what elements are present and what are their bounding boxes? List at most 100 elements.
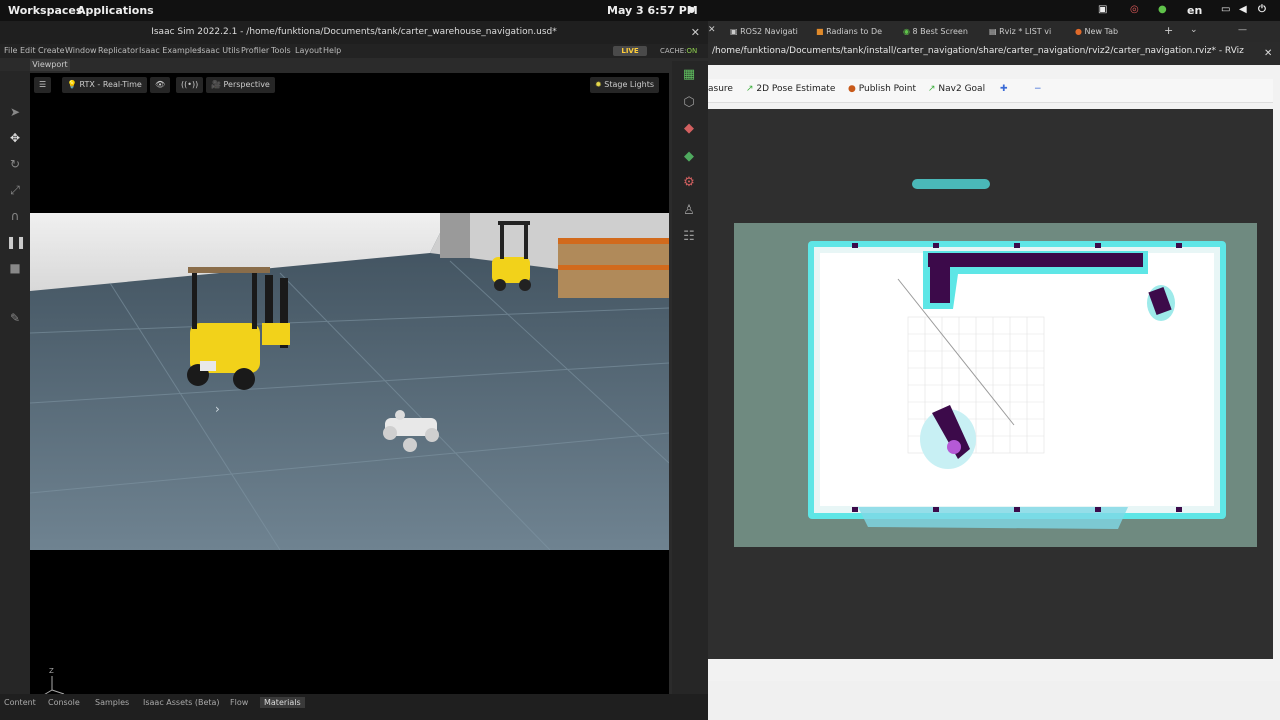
browser-tab-radians[interactable]: ■ Radians to De (816, 24, 894, 40)
tab-icon: ● (1075, 27, 1085, 36)
minimize-icon[interactable]: — (1238, 25, 1247, 35)
menu-create[interactable]: Create (38, 46, 65, 55)
warehouse-render: › (30, 213, 669, 550)
grid-icon[interactable]: ▦ (679, 65, 699, 85)
cube-red-icon[interactable]: ◆ (679, 119, 699, 139)
camera-label: Perspective (223, 80, 270, 89)
viewport[interactable]: ☰ 💡 RTX - Real-Time 👁 ((•)) 🎥 Perspectiv… (30, 73, 669, 712)
menu-edit[interactable]: Edit (20, 46, 36, 55)
publish-point-tool[interactable]: ● Publish Point (848, 84, 916, 94)
camera-button[interactable]: 🎥 Perspective (206, 77, 275, 93)
browser-tab-rviz-label: Rviz * LIST vi (999, 27, 1052, 36)
robot-footprint (947, 440, 961, 454)
tab-flow[interactable]: Flow (226, 697, 252, 708)
tab-icon: ■ (816, 27, 827, 36)
workspaces-button[interactable]: Workspaces (8, 4, 82, 17)
tab-samples[interactable]: Samples (91, 697, 133, 708)
stop-icon[interactable]: ■ (6, 259, 24, 277)
nav2-goal-tool[interactable]: ↗ Nav2 Goal (928, 84, 985, 94)
power-icon[interactable]: ⏻ (1258, 4, 1266, 15)
menu-file[interactable]: File (4, 46, 17, 55)
pose-estimate-tool[interactable]: ↗ 2D Pose Estimate (746, 84, 835, 94)
select-icon[interactable]: ➤ (6, 103, 24, 121)
sliders-icon[interactable]: ☷ (679, 227, 699, 247)
viewport-settings-icon[interactable]: ☰ (34, 77, 52, 93)
tab-icon: ▣ (730, 27, 741, 36)
add-tool-icon[interactable]: ✚ (1000, 84, 1008, 94)
viewport-tab[interactable]: Viewport (30, 59, 70, 71)
volume-icon[interactable]: ◀ (1239, 4, 1247, 15)
chevron-down-icon[interactable]: ⌄ (1190, 25, 1198, 35)
pause-icon[interactable]: ❚❚ (6, 233, 26, 251)
notification-dot-icon: ● (688, 5, 695, 14)
menu-isaac-examples[interactable]: Isaac Examples (139, 46, 201, 55)
browser-tab-ros2-label: ROS2 Navigati (740, 27, 798, 36)
language-indicator[interactable]: en (1187, 4, 1202, 17)
menu-isaac-utils[interactable]: Isaac Utils (199, 46, 240, 55)
browser-tab-new[interactable]: ● New Tab (1075, 24, 1151, 40)
menu-tools[interactable]: Tools (271, 46, 291, 55)
axis-z-label: Z (49, 667, 54, 675)
isaac-menu-bar: File Edit Create Window Replicator Isaac… (0, 44, 708, 58)
menu-window[interactable]: Window (65, 46, 97, 55)
browser-tab-strip: ✕ ▣ ROS2 Navigati ■ Radians to De ◉ 8 Be… (708, 21, 1280, 42)
rviz-3d-view[interactable] (708, 109, 1273, 659)
audio-icon[interactable]: ((•)) (176, 77, 204, 93)
sun-icon: ✹ (595, 80, 605, 89)
navigation-map (708, 109, 1273, 659)
close-icon[interactable]: ✕ (691, 21, 700, 44)
scale-icon[interactable]: ⤢ (6, 181, 24, 199)
browser-tab-screen-label: 8 Best Screen (912, 27, 968, 36)
display-icon[interactable]: ▭ (1221, 4, 1230, 15)
tab-console[interactable]: Console (44, 697, 84, 708)
snap-icon[interactable]: ∩ (6, 207, 24, 225)
tab-icon: ▤ (989, 27, 1000, 36)
tab-content[interactable]: Content (0, 697, 40, 708)
tab-materials[interactable]: Materials (260, 697, 305, 708)
pose-estimate-label: 2D Pose Estimate (756, 84, 836, 94)
isaac-sim-window: Isaac Sim 2022.2.1 - /home/funktiona/Doc… (0, 21, 708, 720)
render-mode-label: RTX - Real-Time (79, 80, 142, 89)
menu-help[interactable]: Help (323, 46, 341, 55)
menu-profiler[interactable]: Profiler (241, 46, 269, 55)
record-icon[interactable]: ◎ (1130, 4, 1139, 15)
arrow-green-icon: ↗ (928, 84, 939, 94)
nav2-goal-label: Nav2 Goal (938, 84, 986, 94)
status-icon[interactable]: ● (1158, 4, 1167, 15)
cube-outline-icon[interactable]: ⬡ (679, 93, 699, 113)
warehouse-scene[interactable]: › (30, 213, 669, 550)
browser-tab-ros2[interactable]: ▣ ROS2 Navigati (730, 24, 806, 40)
paint-icon[interactable]: ✎ (6, 309, 24, 327)
browser-tab-screen[interactable]: ◉ 8 Best Screen (903, 24, 979, 40)
applications-button[interactable]: Applications (77, 4, 154, 17)
measure-tool[interactable]: asure (708, 84, 733, 94)
lightbulb-icon: 💡 (67, 80, 80, 89)
browser-tab-rviz[interactable]: ▤ Rviz * LIST vi (989, 24, 1065, 40)
menu-replicator[interactable]: Replicator (98, 46, 138, 55)
tab-icon: ◉ (903, 27, 913, 36)
pin-icon: ● (848, 84, 859, 94)
live-badge[interactable]: LIVE (613, 46, 647, 56)
viewport-toolbar: ☰ 💡 RTX - Real-Time 👁 ((•)) 🎥 Perspectiv… (30, 73, 669, 97)
rotate-icon[interactable]: ↻ (6, 155, 24, 173)
clock[interactable]: May 3 6:57 PM (607, 4, 698, 17)
remove-tool-icon[interactable]: − (1034, 84, 1042, 94)
rviz-window: ✕ ▣ ROS2 Navigati ■ Radians to De ◉ 8 Be… (708, 21, 1280, 720)
rviz-window-title: /home/funktiona/Documents/tank/install/c… (708, 42, 1280, 65)
bottom-panel-tabs: Content Console Samples Isaac Assets (Be… (0, 694, 708, 720)
browser-tab-new-label: New Tab (1084, 27, 1119, 36)
menu-layout[interactable]: Layout (295, 46, 322, 55)
rviz-close-icon[interactable]: ✕ (1264, 48, 1272, 59)
gear-icon[interactable]: ⚙ (679, 173, 699, 193)
tab-isaac-assets[interactable]: Isaac Assets (Beta) (139, 697, 224, 708)
system-top-bar: Workspaces Applications May 3 6:57 PM ● … (0, 0, 1280, 21)
figure-icon[interactable]: ♙ (679, 201, 699, 221)
cube-green-icon[interactable]: ◆ (679, 147, 699, 167)
screen-share-icon[interactable]: ▣ (1098, 4, 1107, 15)
tab-close-icon[interactable]: ✕ (708, 25, 716, 35)
new-tab-icon[interactable]: + (1164, 24, 1173, 37)
eye-icon[interactable]: 👁 (150, 77, 171, 93)
move-icon[interactable]: ✥ (6, 129, 24, 147)
stage-lights-button[interactable]: ✹ Stage Lights (590, 77, 660, 93)
render-mode-button[interactable]: 💡 RTX - Real-Time (62, 77, 147, 93)
